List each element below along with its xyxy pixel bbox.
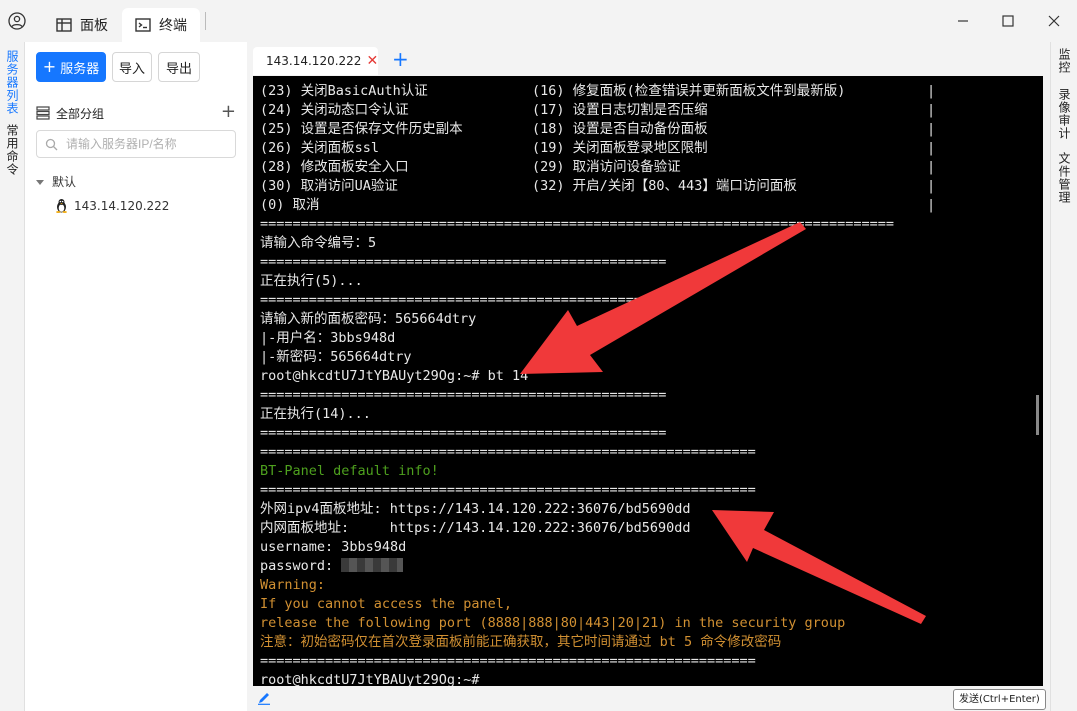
terminal-tab-bar: 143.14.120.222 ✕ + — [248, 42, 1050, 76]
sidebar-item-recording-audit[interactable]: 录像审计 — [1057, 88, 1071, 140]
group-item-default[interactable]: 默认 — [36, 173, 76, 190]
sidebar-item-monitor[interactable]: 监控 — [1057, 48, 1071, 74]
terminal-line: ========================================… — [260, 444, 756, 460]
terminal-line: BT-Panel default info! — [260, 463, 439, 479]
sidebar-item-common-commands[interactable]: 常用命令 — [5, 124, 19, 176]
maximize-icon — [1002, 15, 1014, 27]
terminal-line: |-新密码：565664dtry — [260, 349, 412, 365]
terminal-line: ========================================… — [260, 387, 667, 403]
close-tab-icon[interactable]: ✕ — [366, 53, 378, 69]
import-button[interactable]: 导入 — [112, 52, 152, 82]
tab-divider — [205, 12, 206, 30]
close-window-button[interactable] — [1041, 8, 1067, 34]
add-server-label: 服务器 — [60, 61, 100, 77]
terminal-line: 请输入命令编号：5 — [260, 235, 377, 251]
terminal-line: root@hkcdtU7JtYBAUyt29Og:~# bt 14 — [260, 368, 529, 384]
minimize-button[interactable] — [950, 8, 976, 34]
terminal-line: (23) 关闭BasicAuth认证 (16) 修复面板(检查错误并更新面板文件到… — [260, 83, 936, 99]
minimize-icon — [958, 20, 968, 22]
terminal-line: Warning: — [260, 577, 326, 593]
tab-terminal[interactable]: 终端 — [122, 8, 200, 42]
server-list-panel: + 服务器 导入 导出 全部分组 + 默认 — [25, 42, 247, 711]
search-input[interactable] — [64, 136, 228, 152]
tab-panel-label: 面板 — [80, 18, 108, 34]
group-header-label: 全部分组 — [56, 106, 105, 121]
terminal-line: 正在执行(5)... — [260, 273, 363, 289]
terminal-session-tab[interactable]: 143.14.120.222 ✕ — [253, 47, 378, 75]
terminal-session-title: 143.14.120.222 — [266, 54, 362, 68]
tab-terminal-label: 终端 — [159, 18, 187, 34]
send-button[interactable]: 发送(Ctrl+Enter) — [953, 689, 1046, 710]
terminal-line: (24) 关闭动态口令认证 (17) 设置日志切割是否压缩 | — [260, 102, 936, 118]
sidebar-item-server-list[interactable]: 服务器列表 — [5, 50, 19, 115]
terminal-output[interactable]: (23) 关闭BasicAuth认证 (16) 修复面板(检查错误并更新面板文件到… — [253, 76, 1043, 686]
plus-icon: + — [42, 57, 57, 76]
terminal-line: ========================================… — [260, 216, 894, 232]
terminal-lines: (23) 关闭BasicAuth认证 (16) 修复面板(检查错误并更新面板文件到… — [260, 82, 936, 686]
terminal-line: 注意：初始密码仅在首次登录面板前能正确获取，其它时间请通过 bt 5 命令修改密… — [260, 634, 782, 650]
terminal-line: (30) 取消访问UA验证 (32) 开启/关闭【80、443】端口访问面板 | — [260, 178, 936, 194]
terminal-line: 外网ipv4面板地址: https://143.14.120.222:36076… — [260, 501, 691, 517]
group-list-icon — [36, 106, 50, 120]
add-group-icon[interactable]: + — [221, 101, 236, 122]
terminal-line: 内网面板地址: https://143.14.120.222:36076/bd5… — [260, 520, 691, 536]
group-header: 全部分组 + — [36, 101, 236, 122]
redacted-password — [341, 558, 404, 572]
server-item[interactable]: 143.14.120.222 — [55, 198, 169, 213]
linux-icon — [56, 199, 67, 213]
edit-icon[interactable] — [257, 691, 271, 705]
terminal-line: (26) 关闭面板ssl (19) 关闭面板登录地区限制 | — [260, 140, 936, 156]
search-box — [36, 130, 236, 158]
title-bar: 面板 终端 — [0, 0, 1077, 42]
terminal-line: 正在执行(14)... — [260, 406, 371, 422]
table-icon — [56, 18, 72, 32]
terminal-line: root@hkcdtU7JtYBAUyt29Og:~# — [260, 672, 480, 686]
terminal-line: If you cannot access the panel, — [260, 596, 512, 612]
user-icon[interactable] — [8, 12, 26, 30]
terminal-line: password: — [260, 557, 894, 576]
external-panel-url[interactable]: https://143.14.120.222:36076/bd5690dd — [390, 501, 691, 517]
new-tab-icon[interactable]: + — [392, 47, 409, 71]
terminal-line: (28) 修改面板安全入口 (29) 取消访问设备验证 | — [260, 159, 936, 175]
export-button[interactable]: 导出 — [158, 52, 200, 82]
group-name: 默认 — [52, 175, 77, 189]
internal-panel-url[interactable]: https://143.14.120.222:36076/bd5690dd — [390, 520, 691, 536]
terminal-line: 请输入新的面板密码：565664dtry — [260, 311, 477, 327]
terminal-line: (0) 取消 | — [260, 197, 936, 213]
close-icon — [1048, 15, 1060, 27]
command-input-bar: 发送(Ctrl+Enter) — [248, 687, 1050, 711]
terminal-line: (25) 设置是否保存文件历史副本 (18) 设置是否自动备份面板 | — [260, 121, 936, 137]
terminal-line: release the following port (8888|888|80|… — [260, 615, 846, 631]
caret-down-icon — [36, 179, 44, 185]
terminal-line: ========================================… — [260, 292, 667, 308]
terminal-line: ========================================… — [260, 425, 667, 441]
terminal-scrollbar[interactable] — [1036, 395, 1039, 435]
maximize-button[interactable] — [995, 8, 1021, 34]
add-server-button[interactable]: + 服务器 — [36, 52, 106, 82]
terminal-line: ========================================… — [260, 653, 756, 669]
terminal-line: ========================================… — [260, 482, 756, 498]
terminal-line: |-用户名：3bbs948d — [260, 330, 396, 346]
terminal-line: ========================================… — [260, 254, 667, 270]
terminal-line: username: 3bbs948d — [260, 539, 407, 555]
right-sidebar: 监控 录像审计 文件管理 — [1050, 42, 1077, 711]
terminal-icon — [135, 18, 151, 32]
search-icon — [45, 138, 58, 150]
sidebar-item-file-manager[interactable]: 文件管理 — [1057, 152, 1071, 204]
tab-panel[interactable]: 面板 — [56, 8, 108, 42]
server-item-label: 143.14.120.222 — [74, 198, 170, 213]
left-sidebar: 服务器列表 常用命令 — [0, 42, 25, 711]
